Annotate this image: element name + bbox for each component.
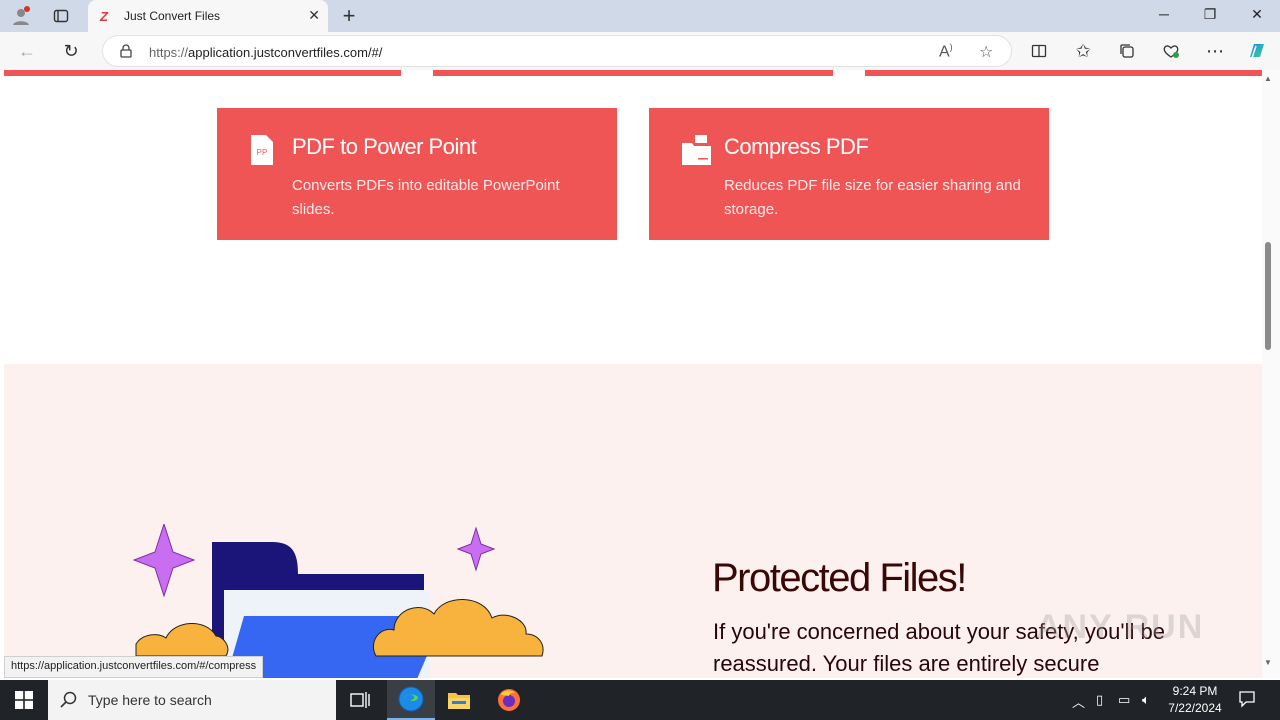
section-title: Protected Files! [712, 556, 967, 600]
windows-taskbar: Type here to search ︿ ▯ ▭ 🔈︎ 9:24 PM 7/2… [0, 680, 1280, 720]
close-window-button[interactable]: ✕ [1234, 6, 1280, 23]
task-view-button[interactable] [336, 680, 384, 720]
minimize-button[interactable]: ─ [1141, 6, 1187, 22]
scroll-up-icon[interactable]: ▲ [1264, 74, 1272, 83]
firefox-icon[interactable] [485, 680, 533, 720]
tab-strip: Z Just Convert Files ✕ + ─ ❐ ✕ [0, 0, 1280, 32]
tab-actions-icon[interactable] [48, 4, 74, 28]
scrollbar-thumb[interactable] [1265, 242, 1271, 350]
file-explorer-icon[interactable] [435, 680, 483, 720]
new-tab-button[interactable]: + [336, 3, 362, 29]
restore-button[interactable]: ❐ [1187, 6, 1233, 23]
network-icon[interactable]: ▭ [1118, 692, 1130, 708]
refresh-button[interactable]: ↻ [58, 39, 84, 63]
svg-text:PP: PP [257, 148, 268, 157]
collections-icon[interactable] [1114, 39, 1140, 63]
scroll-down-icon[interactable]: ▼ [1264, 658, 1272, 667]
search-icon [60, 691, 78, 714]
battery-icon[interactable]: ▯ [1096, 692, 1103, 708]
card-title: PDF to Power Point [292, 134, 477, 159]
profile-icon[interactable] [8, 4, 34, 28]
clock-time: 9:24 PM [1172, 684, 1218, 698]
status-bar-url: https://application.justconvertfiles.com… [4, 656, 264, 678]
web-page: PP PDF to Power Point Converts PDFs into… [4, 70, 1262, 678]
notifications-icon[interactable] [1238, 690, 1256, 711]
site-favicon-icon: Z [100, 9, 108, 24]
pdf-to-powerpoint-card[interactable]: PP PDF to Power Point Converts PDFs into… [217, 108, 617, 240]
more-menu-icon[interactable]: ⋯ [1202, 39, 1228, 63]
favorite-star-icon[interactable]: ☆ [979, 42, 993, 62]
url-text[interactable]: https://application.justconvertfiles.com… [149, 45, 382, 60]
search-placeholder: Type here to search [88, 692, 212, 708]
volume-icon[interactable]: 🔈︎ [1142, 692, 1150, 708]
start-button[interactable] [0, 680, 48, 720]
pp-file-icon: PP [249, 134, 275, 171]
system-clock[interactable]: 9:24 PM 7/22/2024 [1160, 683, 1230, 717]
close-tab-icon[interactable]: ✕ [308, 7, 320, 24]
compress-file-icon [681, 134, 713, 171]
compress-pdf-card[interactable]: Compress PDF Reduces PDF file size for e… [649, 108, 1049, 240]
address-bar[interactable]: https://application.justconvertfiles.com… [102, 35, 1012, 67]
card-title: Compress PDF [724, 134, 869, 159]
copilot-icon[interactable] [1244, 39, 1270, 63]
taskbar-search-box[interactable]: Type here to search [48, 680, 336, 720]
read-aloud-icon[interactable]: A) [939, 42, 953, 61]
page-scrollbar[interactable]: ▲ ▼ [1262, 70, 1280, 678]
folder-clouds-illustration [132, 524, 544, 678]
windows-logo-icon [15, 691, 33, 709]
edge-taskbar-icon[interactable] [387, 680, 435, 720]
watermark-logo: ANY RUN [1036, 608, 1205, 646]
navigation-bar: ← ↻ https://application.justconvertfiles… [0, 32, 1280, 70]
favorites-icon[interactable]: ✩ [1070, 39, 1096, 63]
back-button[interactable]: ← [14, 39, 40, 63]
browser-tab[interactable]: Z Just Convert Files ✕ [88, 0, 328, 32]
browser-essentials-icon[interactable] [1158, 39, 1184, 63]
split-screen-icon[interactable] [1026, 39, 1052, 63]
clock-date: 7/22/2024 [1168, 701, 1222, 715]
show-hidden-icons-icon[interactable]: ︿ [1072, 692, 1085, 711]
card-bottom-strip [433, 70, 833, 76]
card-bottom-strip [865, 70, 1262, 76]
tab-title: Just Convert Files [124, 9, 221, 23]
card-description: Converts PDFs into editable PowerPoint s… [292, 177, 560, 218]
card-bottom-strip [4, 70, 401, 76]
card-description: Reduces PDF file size for easier sharing… [724, 177, 1021, 218]
lock-icon[interactable] [119, 44, 133, 63]
